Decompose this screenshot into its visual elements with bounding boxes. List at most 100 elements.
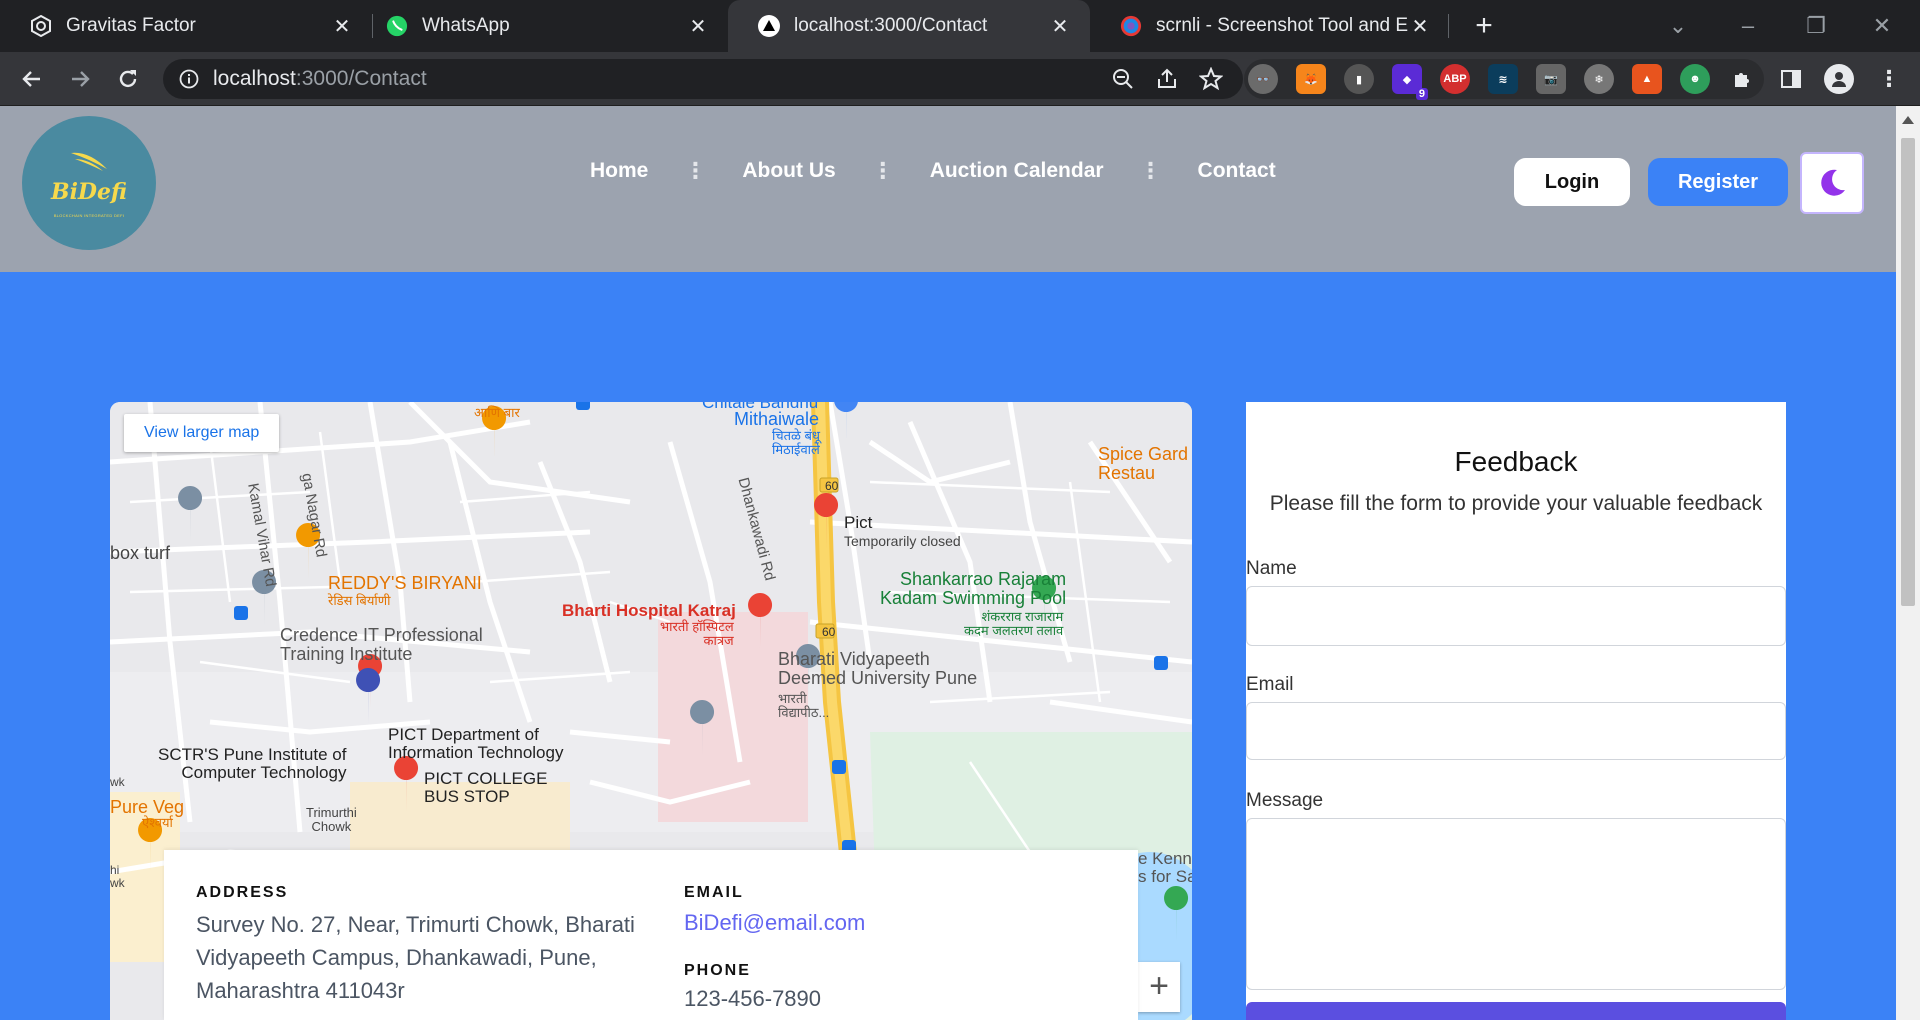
scrollbar-thumb[interactable] bbox=[1901, 138, 1915, 606]
email-link[interactable]: BiDefi@email.com bbox=[684, 910, 865, 936]
map-label: Bharati Vidyapeeth Deemed University Pun… bbox=[778, 649, 978, 688]
theme-toggle-button[interactable] bbox=[1800, 152, 1864, 214]
tab-whatsapp[interactable]: WhatsApp ✕ bbox=[356, 0, 728, 52]
nav-about-us[interactable]: About Us bbox=[742, 159, 835, 183]
dropper-extension-icon[interactable]: ▮ bbox=[1344, 64, 1374, 94]
email-heading: EMAIL bbox=[684, 884, 744, 901]
forward-button[interactable] bbox=[62, 61, 98, 97]
purple-extension-icon[interactable]: ◆ 9 bbox=[1392, 64, 1428, 100]
route-shield: 60 bbox=[822, 625, 836, 639]
tab-search-icon[interactable]: ⌄ bbox=[1648, 8, 1708, 44]
nav-home[interactable]: Home bbox=[590, 159, 648, 183]
map-label: box turf bbox=[110, 543, 171, 563]
tab-scrnli[interactable]: scrnli - Screenshot Tool and Edito ✕ bbox=[1090, 0, 1450, 52]
bookmark-star-icon[interactable] bbox=[1199, 67, 1223, 91]
address-bar[interactable]: localhost:3000/Contact bbox=[163, 59, 1243, 99]
rocket-extension-icon[interactable]: ▲ bbox=[1632, 64, 1662, 94]
android-extension-icon[interactable]: ☻ bbox=[1680, 64, 1710, 94]
arrow-right-icon bbox=[72, 71, 90, 87]
address-heading: ADDRESS bbox=[196, 884, 289, 901]
back-button[interactable] bbox=[14, 61, 50, 97]
map-label: Bharti Hospital Katraj bbox=[562, 601, 736, 620]
wave-extension-icon[interactable]: ≋ bbox=[1488, 64, 1518, 94]
share-icon[interactable] bbox=[1155, 67, 1179, 91]
map-label-pict[interactable]: Pict bbox=[844, 514, 872, 532]
whatsapp-icon bbox=[386, 15, 408, 37]
close-window-button[interactable]: ✕ bbox=[1852, 8, 1912, 44]
map-label: e Kenn s for Sa bbox=[1138, 849, 1192, 886]
side-panel-icon[interactable] bbox=[1776, 64, 1806, 94]
moon-icon bbox=[1821, 169, 1845, 196]
kebab-menu-icon[interactable]: ⋮ bbox=[1874, 64, 1904, 94]
phone-heading: PHONE bbox=[684, 962, 751, 979]
map-label: hi wk bbox=[110, 863, 125, 890]
map-zoom-in-button[interactable]: + bbox=[1138, 962, 1180, 1012]
scroll-up-arrow-icon[interactable] bbox=[1902, 116, 1914, 124]
feedback-form: Feedback Please fill the form to provide… bbox=[1246, 402, 1786, 1020]
address-text: Survey No. 27, Near, Trimurti Chowk, Bha… bbox=[196, 912, 635, 1003]
feedback-subtitle: Please fill the form to provide your val… bbox=[1269, 492, 1763, 515]
metamask-fox-icon[interactable]: 🦊 bbox=[1296, 64, 1326, 94]
close-tab-icon[interactable]: ✕ bbox=[1408, 14, 1432, 39]
scrnli-icon bbox=[1120, 15, 1142, 37]
map-label: शंकरराव राजाराम कदम जलतरण तलाव bbox=[964, 609, 1064, 638]
map-label: आणि बार bbox=[474, 405, 520, 420]
logo-text: BiDefi bbox=[50, 178, 128, 205]
message-field[interactable] bbox=[1246, 818, 1786, 990]
login-button[interactable]: Login bbox=[1514, 158, 1630, 206]
map-label: REDDY'S BIRYANI bbox=[328, 573, 482, 593]
puzzle-extensions-icon[interactable] bbox=[1728, 64, 1758, 94]
new-tab-button[interactable]: + bbox=[1466, 8, 1502, 44]
map-label: PICT COLLEGE BUS STOP bbox=[424, 769, 548, 806]
main-nav: Home ⋮ About Us ⋮ Auction Calendar ⋮ Con… bbox=[590, 158, 1276, 184]
reload-icon bbox=[119, 70, 137, 88]
tab-contact[interactable]: localhost:3000/Contact ✕ bbox=[728, 0, 1090, 52]
info-icon bbox=[179, 69, 199, 89]
map-label: रेडिस बिर्याणी bbox=[328, 593, 391, 608]
profile-avatar-icon[interactable] bbox=[1824, 64, 1854, 94]
name-label: Name bbox=[1246, 558, 1297, 579]
adblock-plus-icon[interactable]: ABP bbox=[1440, 64, 1470, 94]
map-label: Temporarily closed bbox=[844, 533, 961, 549]
url-text: localhost:3000/Contact bbox=[213, 67, 427, 90]
reload-button[interactable] bbox=[110, 61, 146, 97]
nav-auction-calendar[interactable]: Auction Calendar bbox=[930, 159, 1104, 183]
restore-button[interactable]: ❐ bbox=[1786, 8, 1846, 44]
minimize-button[interactable]: – bbox=[1718, 8, 1778, 44]
map-label: भारती हॉस्पिटल कात्रज bbox=[660, 619, 734, 648]
snowflake-extension-icon[interactable]: ❄ bbox=[1584, 64, 1614, 94]
logo-tagline: BLOCKCHAIN INTEGRATED DEFI bbox=[53, 212, 125, 218]
tab-title: WhatsApp bbox=[422, 15, 510, 36]
nav-contact[interactable]: Contact bbox=[1198, 159, 1276, 183]
register-button[interactable]: Register bbox=[1648, 158, 1788, 206]
feedback-title: Feedback bbox=[1454, 446, 1578, 477]
site-header: BiDefi BLOCKCHAIN INTEGRATED DEFI Home ⋮… bbox=[0, 106, 1896, 272]
close-tab-icon[interactable]: ✕ bbox=[1048, 14, 1072, 39]
submit-button[interactable] bbox=[1246, 1002, 1786, 1020]
triangle-icon bbox=[758, 15, 780, 37]
gear-hex-icon bbox=[30, 15, 52, 37]
zoom-out-icon[interactable] bbox=[1111, 67, 1135, 91]
map-label: भारती विद्यापीठ... bbox=[778, 691, 830, 720]
tab-title: localhost:3000/Contact bbox=[794, 15, 988, 36]
tab-gravitas-factor[interactable]: Gravitas Factor ✕ bbox=[0, 0, 372, 52]
close-tab-icon[interactable]: ✕ bbox=[330, 14, 354, 39]
contact-info-card: ADDRESS Survey No. 27, Near, Trimurti Ch… bbox=[164, 850, 1138, 1020]
map-label: Spice Gard Restau bbox=[1098, 444, 1189, 483]
map-label: चितळे बंधू मिठाईवाले bbox=[772, 428, 820, 457]
camera-extension-icon[interactable]: 📷 bbox=[1536, 64, 1566, 94]
name-field[interactable] bbox=[1246, 586, 1786, 646]
nav-separator: ⋮ bbox=[1139, 158, 1162, 183]
phone-text: 123-456-7890 bbox=[684, 986, 822, 1011]
close-tab-icon[interactable]: ✕ bbox=[686, 14, 710, 39]
bidefi-logo[interactable]: BiDefi BLOCKCHAIN INTEGRATED DEFI bbox=[22, 116, 156, 250]
browser-toolbar: localhost:3000/Contact 👓 🦊 ▮ ◆ 9 ABP ≋ 📷 … bbox=[0, 52, 1920, 106]
glasses-extension-icon[interactable]: 👓 bbox=[1248, 64, 1278, 94]
map-label: ऐश्वर्या bbox=[142, 815, 173, 830]
email-field[interactable] bbox=[1246, 702, 1786, 760]
view-larger-map-link[interactable]: View larger map bbox=[124, 414, 280, 452]
map-label: Credence IT Professional Training Instit… bbox=[280, 625, 483, 664]
page-scrollbar[interactable] bbox=[1896, 106, 1920, 1020]
nav-separator: ⋮ bbox=[871, 158, 894, 183]
tab-title: Gravitas Factor bbox=[66, 15, 196, 36]
